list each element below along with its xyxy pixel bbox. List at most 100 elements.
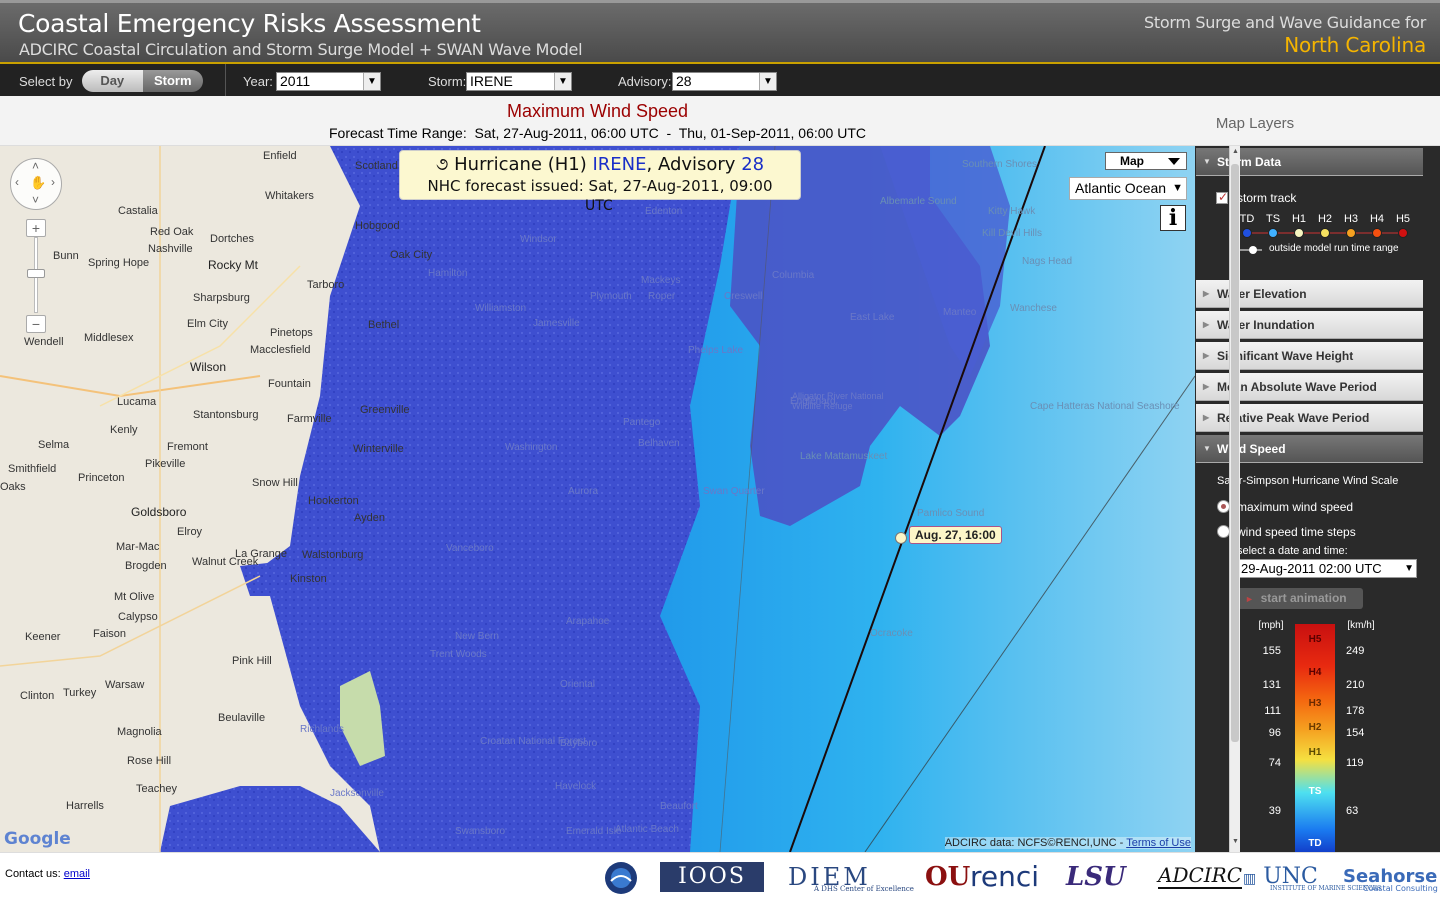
chevron-down-icon: ▼ [1404, 563, 1414, 574]
storm-track-checkbox[interactable]: ✓ [1216, 190, 1228, 204]
category-band-label: H3 [1309, 698, 1322, 709]
seahorse-subtitle: Coastal Consulting [1363, 884, 1438, 893]
lsu-logo[interactable]: LSU [1066, 861, 1126, 893]
pan-control[interactable]: ˄ ˅ ‹ › ✋ [10, 158, 62, 210]
category-label: H4 [1370, 213, 1384, 225]
place-label: Lucama [117, 396, 157, 408]
zoom-slider-thumb[interactable] [27, 269, 45, 278]
category-band-label: TD [1308, 838, 1321, 849]
wind-scale-bar [1295, 624, 1335, 852]
region-select[interactable]: Atlantic Ocean ▼ [1069, 177, 1187, 200]
kmh-tick: 154 [1346, 727, 1364, 739]
column-icon: ▥ [1243, 871, 1257, 887]
storm-track-point[interactable] [895, 532, 907, 544]
place-label: Hookerton [308, 495, 359, 507]
storm-toggle-button[interactable]: Storm [142, 70, 203, 92]
pan-down-icon[interactable]: ˅ [32, 193, 39, 207]
map-type-select[interactable]: Map [1105, 152, 1187, 170]
place-label: Whitakers [265, 190, 314, 202]
zoom-out-button[interactable]: − [26, 315, 46, 333]
place-label: Jacksonville [330, 788, 384, 799]
place-label: Pikeville [145, 458, 186, 470]
category-label: H2 [1318, 213, 1332, 225]
pan-right-icon[interactable]: › [51, 175, 55, 189]
storm-label: Storm: [428, 74, 467, 89]
page-footer: Contact us: email IOOS DIEM A DHS Center… [0, 852, 1440, 900]
mph-tick: 111 [1264, 705, 1281, 717]
place-label: Calypso [118, 611, 158, 623]
day-toggle-button[interactable]: Day [82, 70, 143, 92]
place-label: Red Oak [150, 226, 194, 238]
chevron-down-icon: ▼ [1172, 182, 1183, 194]
noaa-logo[interactable] [603, 861, 639, 894]
year-select[interactable]: 2011 ▼ [276, 72, 381, 91]
terms-of-use-link[interactable]: Terms of Use [1126, 837, 1191, 849]
place-label: Macclesfield [250, 344, 311, 356]
unc-logo[interactable]: ▥ UNC INSTITUTE OF MARINE SCIENCES [1243, 861, 1381, 893]
place-label: Hobgood [355, 220, 400, 232]
category-label: H1 [1292, 213, 1306, 225]
place-label: Mackeys [641, 275, 681, 286]
storm-data-title: Storm Data [1217, 155, 1282, 169]
product-title: Maximum Wind Speed [506, 101, 689, 121]
info-button[interactable]: i [1160, 205, 1186, 231]
category-dot [1268, 228, 1278, 238]
pan-up-icon[interactable]: ˄ [32, 159, 39, 173]
place-label: Elm City [187, 318, 228, 330]
storm-value: IRENE [470, 73, 513, 89]
place-label: Jamesville [533, 318, 580, 329]
seahorse-logo[interactable]: Seahorse Coastal Consulting [1343, 861, 1438, 893]
zoom-in-button[interactable]: + [26, 219, 46, 237]
email-link[interactable]: email [64, 868, 90, 880]
category-label: H3 [1344, 213, 1358, 225]
toolbar-divider [225, 64, 226, 98]
adcirc-logo[interactable]: ADCIRC [1158, 861, 1243, 889]
place-label: Oriental [560, 679, 596, 690]
place-label: Clinton [20, 690, 55, 702]
start-animation-button[interactable]: ► start animation [1237, 588, 1363, 609]
place-label: Kinston [290, 573, 327, 585]
map-canvas[interactable]: Enfield Scotland Neck Whitakers Castalia… [0, 146, 1195, 852]
place-label: Mt Olive [114, 591, 155, 603]
renci-logo[interactable]: renci [970, 861, 1039, 893]
place-label: Walnut Creek [192, 556, 259, 568]
place-label: Winterville [353, 443, 404, 455]
diem-logo[interactable]: DIEM A DHS Center of Excellence [788, 861, 914, 893]
select-by-toggle: Day Storm [82, 70, 203, 92]
advisory-select[interactable]: 28 ▼ [672, 72, 777, 91]
storm-select[interactable]: IRENE ▼ [466, 72, 572, 91]
app-title: Coastal Emergency Risks Assessment [18, 9, 481, 38]
ioos-logo[interactable]: IOOS [660, 862, 764, 892]
mean-wave-period-title: Mean Absolute Wave Period [1217, 380, 1377, 394]
place-label: Roper [648, 291, 676, 302]
place-label: Bayboro [560, 738, 598, 749]
place-label: Goldsboro [131, 505, 187, 519]
place-label: Washington [505, 442, 558, 453]
kmh-tick: 249 [1346, 645, 1364, 657]
select-by-label: Select by [19, 74, 73, 89]
category-label: TD [1240, 213, 1255, 225]
scroll-up-icon[interactable]: ▲ [1230, 148, 1241, 160]
ou-logo[interactable]: OU [925, 861, 970, 893]
scroll-down-icon[interactable]: ▼ [1230, 838, 1241, 850]
scrollbar-thumb[interactable] [1231, 164, 1239, 742]
mph-tick: 131 [1263, 679, 1281, 691]
kmh-tick: 178 [1346, 705, 1364, 717]
place-label: Warsaw [105, 679, 145, 691]
place-label: Arapahoe [566, 616, 610, 627]
date-select[interactable]: 29-Aug-2011 02:00 UTC ▼ [1237, 559, 1417, 578]
place-label: Magnolia [117, 726, 162, 738]
caret-right-icon: ▶ [1203, 413, 1210, 422]
panel-scrollbar[interactable]: ▲ ▼ [1229, 146, 1240, 852]
place-label: Williamston [475, 303, 527, 314]
place-label: Nashville [148, 243, 193, 255]
place-label: Swan Quarter [703, 486, 765, 497]
mph-tick: 155 [1263, 645, 1281, 657]
forecast-range-start: Sat, 27-Aug-2011, 06:00 UTC [474, 125, 659, 141]
category-band-label: H4 [1309, 667, 1322, 678]
contact-label: Contact us: [5, 868, 61, 880]
mph-tick: 96 [1269, 727, 1281, 739]
chevron-down-icon: ▼ [759, 73, 776, 90]
pan-left-icon[interactable]: ‹ [15, 175, 19, 189]
scale-title: Saffir-Simpson Hurricane Wind Scale [1217, 475, 1399, 487]
